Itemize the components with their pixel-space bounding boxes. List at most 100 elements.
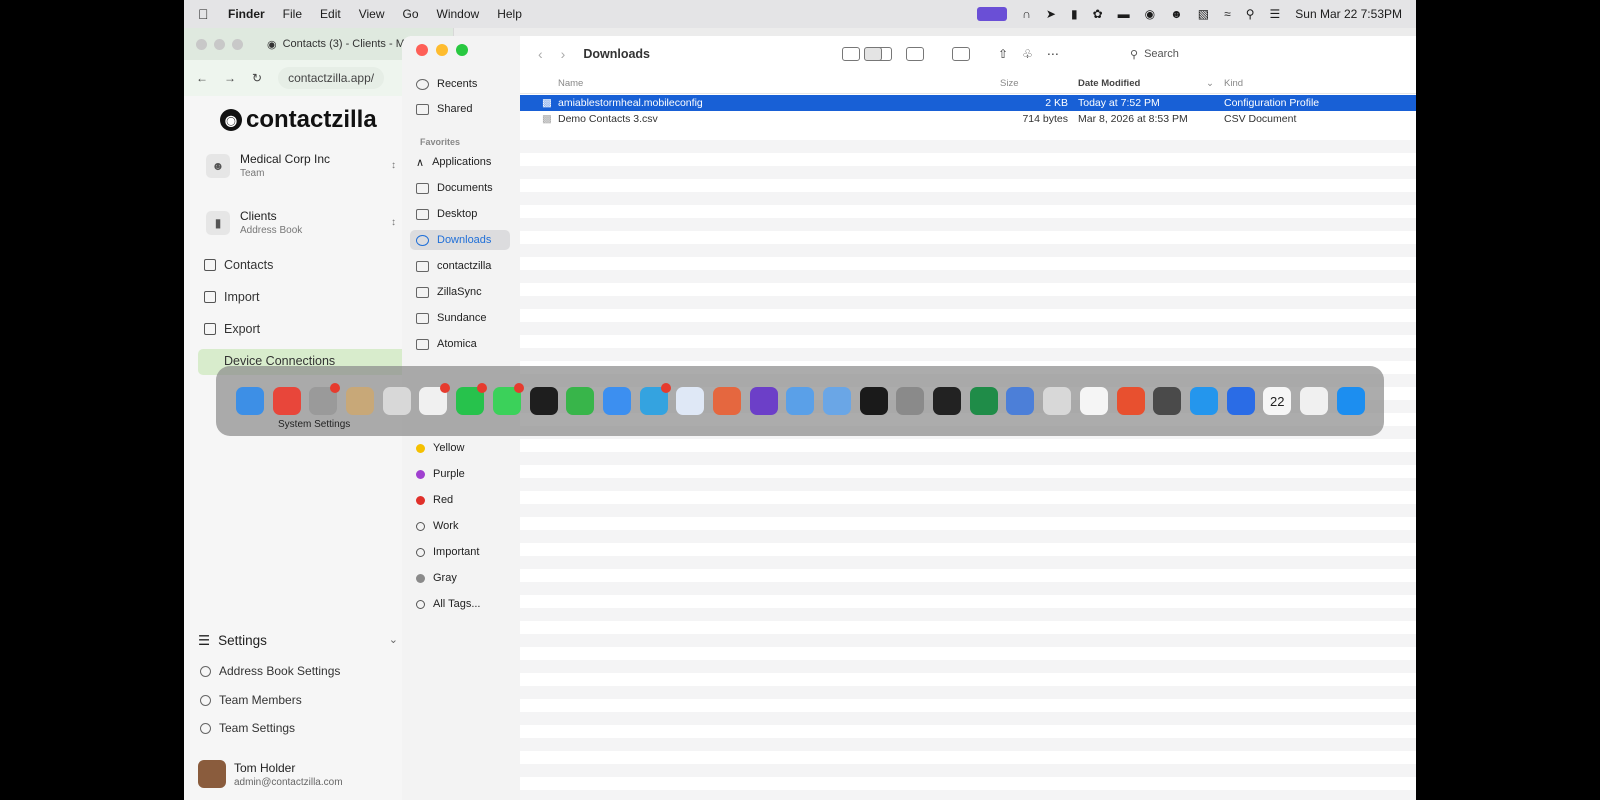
address-book-selector[interactable]: ▮ Clients Address Book ↕ <box>206 209 396 236</box>
menu-go[interactable]: Go <box>403 7 419 21</box>
safari-app-icon[interactable] <box>602 387 631 415</box>
wifi-icon[interactable]: ≈ <box>1224 7 1231 21</box>
sidebar-item-sundance[interactable]: Sundance <box>416 308 487 328</box>
whatsapp-app-icon[interactable] <box>456 383 488 415</box>
claude-app-icon[interactable] <box>712 387 741 415</box>
claquette-app-icon[interactable] <box>529 387 558 415</box>
brave-app-icon[interactable] <box>1116 387 1145 415</box>
messages-app-icon[interactable] <box>492 383 524 415</box>
back-chevron-icon[interactable]: ‹ <box>538 46 543 62</box>
column-header-size[interactable]: Size <box>1000 78 1018 89</box>
icon-view-icon[interactable] <box>842 47 860 61</box>
team-settings-link[interactable]: Team Settings <box>200 721 295 735</box>
file-row[interactable]: ▩ Demo Contacts 3.csv 714 bytes Mar 8, 2… <box>520 111 1416 127</box>
close-window-button[interactable] <box>196 38 207 50</box>
sidebar-item-zillasync[interactable]: ZillaSync <box>416 282 482 302</box>
nav-contacts[interactable]: Contacts <box>204 258 273 272</box>
contactzilla-logo[interactable]: ◉ contactzilla <box>220 106 377 134</box>
tag-purple[interactable]: Purple <box>416 464 465 484</box>
settings-section-header[interactable]: ☰ Settings ⌄ <box>198 633 398 649</box>
tag-red[interactable]: Red <box>416 490 453 510</box>
minimize-window-button[interactable] <box>214 38 225 50</box>
forward-chevron-icon[interactable]: › <box>561 46 566 62</box>
arrow-status-icon[interactable]: ➤ <box>1046 7 1056 21</box>
sidebar-item-downloads[interactable]: Downloads <box>410 230 510 250</box>
reload-icon[interactable]: ↻ <box>252 71 262 85</box>
chrome-app-icon[interactable] <box>272 387 301 415</box>
sidebar-item-applications[interactable]: ∧ Applications <box>416 152 491 172</box>
menu-view[interactable]: View <box>359 7 385 21</box>
1password-app-icon[interactable] <box>676 387 705 415</box>
gallery-view-icon[interactable] <box>906 47 924 61</box>
app-store-app-icon[interactable] <box>1336 387 1365 415</box>
zoom-window-button[interactable] <box>232 38 243 50</box>
chatgpt-status-icon[interactable]: ✿ <box>1093 7 1103 21</box>
close-window-button[interactable] <box>416 44 428 56</box>
obsidian-app-icon[interactable] <box>749 387 778 415</box>
menu-file[interactable]: File <box>283 7 302 21</box>
browser-tab[interactable]: ◉ Contacts (3) - Clients - Me <box>267 38 411 51</box>
record-status-icon[interactable]: ◉ <box>1145 7 1155 21</box>
user-account-menu[interactable]: Tom Holder admin@contactzilla.com <box>198 760 343 788</box>
nav-import[interactable]: Import <box>204 290 259 304</box>
sidebar-item-shared[interactable]: Shared <box>416 99 472 119</box>
menu-help[interactable]: Help <box>497 7 522 21</box>
column-header-date-modified[interactable]: Date Modified <box>1078 78 1140 89</box>
share-icon[interactable]: ⇧ <box>998 47 1008 61</box>
app-status-icon[interactable]: ∩ <box>1022 7 1031 21</box>
tweetbot-app-icon[interactable] <box>823 387 851 415</box>
ghost-app-icon[interactable] <box>1153 387 1182 415</box>
find-my-app-icon[interactable] <box>566 387 595 415</box>
forward-arrow-icon[interactable]: → <box>224 71 236 85</box>
contacts-2-app-icon[interactable] <box>382 387 411 415</box>
docker-app-icon[interactable] <box>1189 387 1218 415</box>
apple-menu-icon[interactable]:  <box>198 6 218 22</box>
menu-app-name[interactable]: Finder <box>228 7 265 21</box>
more-options-icon[interactable]: ⋯ <box>1047 47 1059 61</box>
tag-icon[interactable]: ♧ <box>1022 47 1033 61</box>
menu-clock[interactable]: Sun Mar 22 7:53PM <box>1295 7 1402 21</box>
tag-gray[interactable]: Gray <box>416 568 457 588</box>
notes-app-icon[interactable] <box>1299 387 1328 415</box>
address-book-settings-link[interactable]: Address Book Settings <box>200 664 340 678</box>
sidebar-item-desktop[interactable]: Desktop <box>416 204 477 224</box>
minimize-window-button[interactable] <box>436 44 448 56</box>
cursor-app-icon[interactable] <box>933 387 962 415</box>
excel-app-icon[interactable] <box>969 387 998 415</box>
list-view-icon[interactable] <box>864 47 882 61</box>
vectorize-app-icon[interactable] <box>1079 387 1108 415</box>
sidebar-item-recents[interactable]: Recents <box>416 74 477 94</box>
keychain-app-icon[interactable] <box>1043 387 1072 415</box>
nav-export[interactable]: Export <box>204 322 260 336</box>
calculator-app-icon[interactable] <box>896 387 925 415</box>
sidebar-item-atomica[interactable]: Atomica <box>416 334 477 354</box>
contacts-app-icon[interactable] <box>346 387 375 415</box>
sidebar-item-contactzilla[interactable]: contactzilla <box>416 256 491 276</box>
spotlight-search-icon[interactable]: ⚲ <box>1246 7 1255 21</box>
telegram-app-icon[interactable] <box>639 383 671 415</box>
team-members-link[interactable]: Team Members <box>200 693 302 707</box>
finder-app-icon[interactable] <box>236 387 264 415</box>
slack-app-icon[interactable] <box>419 383 451 415</box>
file-row[interactable]: ▩ amiablestormheal.mobileconfig 2 KB Tod… <box>520 95 1416 111</box>
user-status-icon[interactable]: ☻ <box>1170 7 1183 21</box>
display-status-icon[interactable]: ▬ <box>1118 7 1130 21</box>
tag-work[interactable]: Work <box>416 516 458 536</box>
system-settings-app-icon[interactable] <box>309 383 341 415</box>
menu-edit[interactable]: Edit <box>320 7 341 21</box>
finder-search-field[interactable]: ⚲ Search <box>1130 48 1179 61</box>
back-arrow-icon[interactable]: ← <box>196 71 208 85</box>
tag-all-tags[interactable]: All Tags... <box>416 594 481 614</box>
group-by-icon[interactable] <box>952 47 970 61</box>
simulator-app-icon[interactable] <box>1006 387 1035 415</box>
terminal-app-icon[interactable] <box>859 387 888 415</box>
calendar-app-icon[interactable]: 22 <box>1263 387 1292 415</box>
airmail-app-icon[interactable] <box>786 387 815 415</box>
arc-app-icon[interactable] <box>1226 387 1255 415</box>
battery-icon[interactable]: ▧ <box>1198 7 1209 21</box>
tag-important[interactable]: Important <box>416 542 479 562</box>
control-center-icon[interactable]: ☰ <box>1270 7 1281 21</box>
column-header-name[interactable]: Name <box>558 78 583 89</box>
screen-share-icon[interactable] <box>977 7 1008 21</box>
menu-window[interactable]: Window <box>437 7 480 21</box>
